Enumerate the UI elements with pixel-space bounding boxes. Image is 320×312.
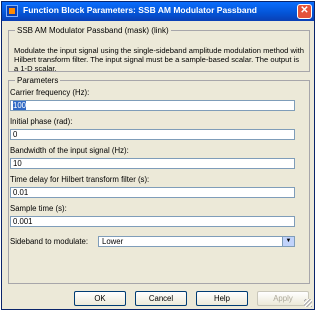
sample-time-label: Sample time (s):: [10, 204, 67, 213]
close-button[interactable]: ✕: [297, 4, 312, 19]
sideband-value: Lower: [102, 237, 124, 246]
carrier-frequency-label: Carrier frequency (Hz):: [10, 88, 90, 97]
ok-button[interactable]: OK: [74, 291, 126, 306]
dropdown-arrow-icon: ▼: [282, 237, 294, 246]
carrier-frequency-field[interactable]: 100: [10, 100, 295, 111]
mask-description-group: SSB AM Modulator Passband (mask) (link) …: [8, 26, 310, 73]
time-delay-field[interactable]: 0.01: [10, 187, 295, 198]
title-bar[interactable]: Function Block Parameters: SSB AM Modula…: [2, 2, 314, 21]
apply-button[interactable]: Apply: [257, 291, 309, 306]
sample-time-field[interactable]: 0.001: [10, 216, 295, 227]
initial-phase-label: Initial phase (rad):: [10, 117, 73, 126]
mask-legend: SSB AM Modulator Passband (mask) (link): [17, 26, 169, 35]
resize-grip-icon[interactable]: [304, 299, 312, 307]
sideband-select[interactable]: Lower ▼: [98, 236, 295, 247]
sideband-label: Sideband to modulate:: [10, 237, 89, 246]
initial-phase-field[interactable]: 0: [10, 129, 295, 140]
bandwidth-label: Bandwidth of the input signal (Hz):: [10, 146, 129, 155]
help-button[interactable]: Help: [196, 291, 248, 306]
close-icon: ✕: [300, 5, 309, 16]
bandwidth-field[interactable]: 10: [10, 158, 295, 169]
mask-description-text: Modulate the input signal using the sing…: [14, 46, 305, 73]
cancel-button[interactable]: Cancel: [135, 291, 187, 306]
dialog-window: Function Block Parameters: SSB AM Modula…: [1, 1, 315, 310]
window-title: Function Block Parameters: SSB AM Modula…: [23, 5, 257, 15]
time-delay-label: Time delay for Hilbert transform filter …: [10, 175, 150, 184]
parameters-legend: Parameters: [17, 76, 59, 85]
simulink-icon: [6, 5, 18, 17]
